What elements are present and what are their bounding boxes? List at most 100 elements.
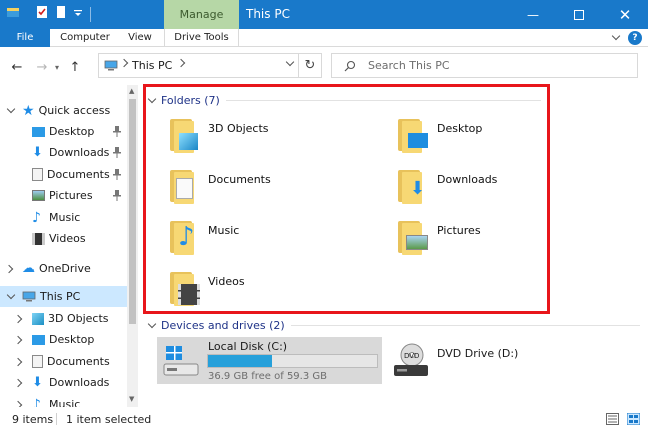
nav-scrollbar-thumb[interactable]: [129, 99, 136, 324]
picture-icon: [32, 190, 45, 201]
document-icon: [32, 355, 43, 368]
red-highlight-box: [143, 84, 550, 314]
breadcrumb-separator-icon: [119, 58, 129, 68]
drive-c-usage-fill: [208, 355, 272, 367]
refresh-button[interactable]: ↻: [298, 53, 322, 78]
nav-pc-3d-objects[interactable]: 3D Objects: [0, 308, 127, 329]
desktop-icon: [32, 126, 45, 137]
maximize-icon: [574, 9, 584, 20]
nav-label: Quick access: [38, 104, 111, 117]
minimize-button[interactable]: —: [510, 0, 556, 29]
search-icon: [344, 60, 356, 72]
drive-c-free-space: 36.9 GB free of 59.3 GB: [208, 371, 327, 382]
nav-scrollbar[interactable]: ▲ ▼: [127, 85, 138, 407]
back-button[interactable]: ←: [8, 58, 26, 76]
pin-icon: [113, 190, 121, 201]
nav-label: 3D Objects: [48, 312, 109, 325]
address-dropdown-icon[interactable]: [285, 57, 295, 69]
maximize-button[interactable]: [556, 0, 602, 29]
tab-drive-tools[interactable]: Drive Tools: [164, 29, 239, 47]
tab-view[interactable]: View: [120, 29, 160, 47]
window-title: This PC: [246, 7, 290, 21]
title-bar: Manage This PC — ✕: [0, 0, 648, 29]
document-icon: [32, 168, 43, 181]
back-arrow-icon: ←: [11, 59, 23, 75]
large-icons-view-icon[interactable]: [627, 413, 640, 425]
drive-dvd-d[interactable]: DVD DVD Drive (D:): [390, 337, 540, 384]
devices-group-header[interactable]: Devices and drives (2): [147, 319, 640, 332]
close-button[interactable]: ✕: [602, 0, 648, 29]
nav-pc-documents[interactable]: Documents: [0, 351, 127, 372]
refresh-icon: ↻: [304, 58, 316, 73]
nav-label: Music: [49, 211, 81, 224]
nav-quick-pictures[interactable]: Pictures: [0, 185, 127, 206]
customize-toolbar-icon[interactable]: [71, 5, 85, 19]
nav-label: Downloads: [49, 376, 110, 389]
devices-group-title: Devices and drives (2): [161, 319, 285, 332]
nav-quick-documents[interactable]: Documents: [0, 164, 127, 185]
nav-label: Documents: [47, 355, 110, 368]
tab-manage[interactable]: Manage: [164, 0, 239, 29]
dvd-drive-icon: DVD: [394, 343, 428, 376]
nav-label: Videos: [49, 232, 86, 245]
pin-icon: [113, 126, 121, 137]
selected-count: 1 item selected: [66, 413, 152, 426]
pc-icon: [104, 60, 118, 71]
drive-c-label: Local Disk (C:): [208, 340, 288, 353]
nav-this-pc[interactable]: This PC: [0, 286, 127, 307]
ribbon-tabs: File Computer View Drive Tools ?: [0, 29, 648, 47]
tab-computer[interactable]: Computer: [57, 29, 113, 47]
properties-icon[interactable]: [35, 5, 49, 19]
recent-locations-button[interactable]: ▾: [52, 58, 62, 76]
nav-quick-desktop[interactable]: Desktop: [0, 121, 127, 142]
minimize-icon: —: [527, 7, 539, 22]
nav-label: Desktop: [49, 333, 95, 346]
nav-quick-access[interactable]: ★ Quick access: [0, 100, 127, 121]
cloud-icon: ☁: [22, 261, 35, 276]
nav-label: Desktop: [49, 125, 95, 138]
address-row: ← → ▾ ↑ This PC ↻ Search This PC: [0, 48, 648, 85]
desktop-icon: [32, 334, 45, 345]
nav-label: This PC: [40, 290, 81, 303]
scroll-down-icon[interactable]: ▼: [129, 395, 134, 403]
pc-icon: [22, 291, 36, 302]
nav-pc-downloads[interactable]: ⬇ Downloads: [0, 372, 127, 393]
download-arrow-icon: ⬇: [32, 145, 43, 160]
hard-disk-icon: [163, 346, 199, 376]
explorer-icon: [7, 8, 19, 17]
chevron-down-icon: ▾: [54, 62, 59, 72]
expand-ribbon-icon[interactable]: [611, 31, 621, 43]
tab-file[interactable]: File: [0, 29, 50, 47]
nav-quick-downloads[interactable]: ⬇ Downloads: [0, 142, 127, 163]
search-input[interactable]: Search This PC: [331, 53, 638, 78]
svg-text:DVD: DVD: [404, 352, 419, 360]
film-icon: [32, 232, 45, 245]
nav-quick-music[interactable]: ♪ Music: [0, 207, 127, 228]
pin-icon: [113, 169, 121, 180]
star-icon: ★: [22, 102, 35, 119]
nav-label: Documents: [47, 168, 110, 181]
up-button[interactable]: ↑: [66, 58, 84, 76]
navigation-pane: ★ Quick access Desktop ⬇ Downloads Docum…: [0, 85, 138, 413]
pin-icon: [113, 147, 121, 158]
nav-label: OneDrive: [39, 262, 91, 275]
nav-label: Downloads: [49, 146, 110, 159]
breadcrumb-this-pc[interactable]: This PC: [132, 59, 172, 72]
item-count: 9 items: [12, 413, 54, 426]
breadcrumb-chevron-icon[interactable]: [176, 58, 186, 68]
nav-pc-desktop[interactable]: Desktop: [0, 329, 127, 350]
cube-icon: [32, 312, 44, 325]
nav-onedrive[interactable]: ☁ OneDrive: [0, 258, 127, 279]
help-icon[interactable]: ?: [628, 31, 642, 45]
details-view-icon[interactable]: [606, 413, 619, 425]
address-bar[interactable]: This PC: [98, 53, 322, 78]
close-icon: ✕: [618, 5, 632, 24]
drive-d-label: DVD Drive (D:): [437, 347, 519, 360]
up-arrow-icon: ↑: [69, 59, 81, 75]
scroll-up-icon[interactable]: ▲: [129, 87, 134, 95]
download-arrow-icon: ⬇: [32, 375, 43, 390]
new-folder-icon[interactable]: [54, 5, 68, 19]
music-note-icon: ♪: [32, 209, 41, 226]
forward-button[interactable]: →: [33, 58, 51, 76]
nav-quick-videos[interactable]: Videos: [0, 228, 127, 249]
